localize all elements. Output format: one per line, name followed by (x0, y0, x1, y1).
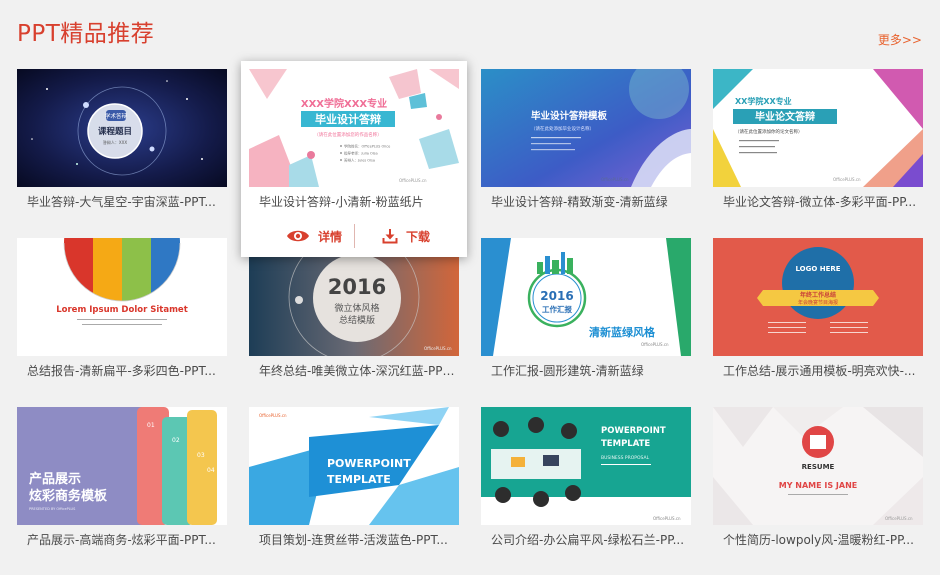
download-button[interactable]: 下载 (382, 223, 430, 249)
template-card-6[interactable]: 2016 微立体风格 总结模版 OfficePLUS.cn 年终总结-唯美微立体… (249, 238, 459, 398)
thumb-text: 03 (197, 452, 205, 459)
template-card-1[interactable]: 学术答辩 课程题目 答辩人：XXX 毕业答辩-大气星空-宇宙深蓝-PPT... (17, 69, 227, 229)
thumb-text: OfficePLUS.cn (833, 177, 861, 182)
template-caption[interactable]: 总结报告-清新扁平-多彩四色-PPT... (27, 362, 223, 379)
thumb-text: OfficePLUS.cn (641, 342, 669, 347)
thumb-text: POWERPOINT (601, 426, 666, 436)
template-card-2-hovered[interactable]: XXX学院XXX专业 毕业设计答辩 （请在此位置添加您的作品名称） 学院姓名：O… (241, 61, 467, 257)
thumb-text: 2016 (328, 275, 386, 299)
template-caption[interactable]: 毕业论文答辩-微立体-多彩平面-PP... (723, 193, 919, 210)
thumb-text: 02 (172, 437, 180, 444)
thumb-text: 课程题目 (98, 126, 132, 137)
template-thumbnail[interactable]: XXX学院XXX专业 毕业设计答辩 （请在此位置添加您的作品名称） 学院姓名：O… (249, 69, 459, 187)
template-card-10[interactable]: POWERPOINT TEMPLATE OfficePLUS.cn 项目策划-连… (249, 407, 459, 567)
thumb-text: 毕业设计答辩模板 (531, 110, 608, 122)
thumb-text: LOGO HERE (795, 265, 840, 273)
template-caption[interactable]: 毕业设计答辩-精致渐变-清新蓝绿 (491, 193, 687, 210)
details-button[interactable]: 详情 (286, 223, 342, 249)
thumb-text: PRESENTED BY OfficePLUS (29, 507, 76, 511)
template-thumbnail[interactable]: 2016 工作汇报 清新蓝绿风格 OfficePLUS.cn (481, 238, 691, 356)
thumb-text: 答辩人：Jules Olsa (344, 158, 375, 163)
thumb-text: TEMPLATE (327, 473, 391, 486)
template-caption[interactable]: 毕业答辩-大气星空-宇宙深蓝-PPT... (27, 193, 223, 210)
thumb-text: 指导老师：Julia Olsa (344, 151, 378, 156)
thumb-text: 2016 (540, 289, 573, 303)
template-card-9[interactable]: 01 02 03 04 产品展示 炫彩商务模板 PRESENTED BY Off… (17, 407, 227, 567)
thumb-text: 毕业论文答辩 (755, 110, 815, 123)
eye-icon (287, 230, 309, 242)
thumb-text: OfficePLUS.cn (399, 178, 427, 183)
section-header: PPT精品推荐 更多>> (0, 0, 940, 60)
template-card-4[interactable]: XX学院XX专业 毕业论文答辩 （请在此位置添加你的论文名称） OfficePL… (713, 69, 923, 229)
thumb-text: （请在此位置添加你的论文名称） (735, 128, 803, 135)
template-card-12[interactable]: RESUME MY NAME IS JANE OfficePLUS.cn 个性简… (713, 407, 923, 567)
thumb-text: OfficePLUS.cn (601, 177, 629, 182)
thumb-text: 学术答辩 (105, 112, 128, 120)
template-caption[interactable]: 公司介绍-办公扁平风-绿松石兰-PP... (491, 531, 687, 548)
template-card-5[interactable]: Lorem Ipsum Dolor Sitamet 总结报告-清新扁平-多彩四色… (17, 238, 227, 398)
template-thumbnail[interactable]: POWERPOINT TEMPLATE OfficePLUS.cn (249, 407, 459, 525)
template-caption[interactable]: 项目策划-连贯丝带-活泼蓝色-PPT... (259, 531, 455, 548)
template-caption[interactable]: 毕业设计答辩-小清新-粉蓝纸片 (259, 193, 455, 210)
thumb-text: 工作汇报 (542, 304, 572, 314)
thumb-text: 清新蓝绿风格 (589, 325, 656, 339)
thumb-text: 毕业设计答辩 (315, 112, 381, 126)
thumb-text: 04 (207, 467, 215, 474)
template-thumbnail[interactable]: RESUME MY NAME IS JANE OfficePLUS.cn (713, 407, 923, 525)
template-thumbnail[interactable]: POWERPOINT TEMPLATE BUSINESS PROPOSAL Of… (481, 407, 691, 525)
thumb-text: Lorem Ipsum Dolor Sitamet (56, 305, 188, 315)
template-caption[interactable]: 工作汇报-圆形建筑-清新蓝绿 (491, 362, 687, 379)
thumb-text: （请在此处添加毕业设计名称） (531, 125, 594, 132)
thumb-text: 微立体风格 (334, 302, 379, 314)
thumb-text: 年终工作总结 (800, 291, 836, 299)
thumb-text: XX学院XX专业 (735, 96, 792, 106)
template-thumbnail[interactable]: Lorem Ipsum Dolor Sitamet (17, 238, 227, 356)
thumb-text: BUSINESS PROPOSAL (601, 455, 650, 461)
template-thumbnail[interactable]: LOGO HERE 年终工作总结 年会晚宴节目海报 (713, 238, 923, 356)
thumb-text: 答辩人：XXX (103, 139, 127, 145)
template-thumbnail[interactable]: 毕业设计答辩模板 （请在此处添加毕业设计名称） OfficePLUS.cn (481, 69, 691, 187)
template-caption[interactable]: 个性简历-lowpoly风-温暖粉红-PP... (723, 531, 919, 548)
thumb-text: 炫彩商务模板 (29, 488, 108, 504)
template-card-7[interactable]: 2016 工作汇报 清新蓝绿风格 OfficePLUS.cn 工作汇报-圆形建筑… (481, 238, 691, 398)
template-card-11[interactable]: POWERPOINT TEMPLATE BUSINESS PROPOSAL Of… (481, 407, 691, 567)
thumb-text: OfficePLUS.cn (259, 413, 287, 418)
more-link[interactable]: 更多>> (878, 31, 922, 48)
thumb-text: 学院姓名：OfficePLUS Olice (344, 144, 390, 149)
download-label: 下载 (406, 229, 431, 244)
thumb-text: TEMPLATE (601, 439, 650, 449)
thumb-text: OfficePLUS.cn (653, 516, 681, 521)
section-title: PPT精品推荐 (17, 21, 155, 47)
thumb-text: 01 (147, 422, 155, 429)
download-icon (382, 229, 398, 244)
template-caption[interactable]: 产品展示-高端商务-炫彩平面-PPT... (27, 531, 223, 548)
thumb-text: RESUME (802, 463, 835, 471)
thumb-text: 产品展示 (29, 471, 81, 487)
thumb-text: POWERPOINT (327, 457, 411, 470)
template-card-8[interactable]: LOGO HERE 年终工作总结 年会晚宴节目海报 工作总结-展示通用模板-明亮… (713, 238, 923, 398)
details-label: 详情 (318, 229, 343, 244)
thumb-text: MY NAME IS JANE (779, 481, 858, 490)
thumb-text: 年会晚宴节目海报 (798, 299, 838, 306)
template-card-3[interactable]: 毕业设计答辩模板 （请在此处添加毕业设计名称） OfficePLUS.cn 毕业… (481, 69, 691, 229)
thumb-text: OfficePLUS.cn (885, 516, 913, 521)
action-divider (354, 224, 355, 248)
template-thumbnail[interactable]: XX学院XX专业 毕业论文答辩 （请在此位置添加你的论文名称） OfficePL… (713, 69, 923, 187)
card-actions: 详情 下载 (249, 221, 459, 251)
template-caption[interactable]: 年终总结-唯美微立体-深沉红蓝-PPT... (259, 362, 455, 379)
thumb-text: 总结模版 (339, 314, 375, 326)
thumb-text: OfficePLUS.cn (424, 346, 452, 351)
template-caption[interactable]: 工作总结-展示通用模板-明亮欢快-... (723, 362, 919, 379)
thumb-text: XXX学院XXX专业 (301, 97, 387, 110)
template-thumbnail[interactable]: 01 02 03 04 产品展示 炫彩商务模板 PRESENTED BY Off… (17, 407, 227, 525)
thumb-text: （请在此位置添加您的作品名称） (314, 131, 382, 138)
template-thumbnail[interactable]: 学术答辩 课程题目 答辩人：XXX (17, 69, 227, 187)
